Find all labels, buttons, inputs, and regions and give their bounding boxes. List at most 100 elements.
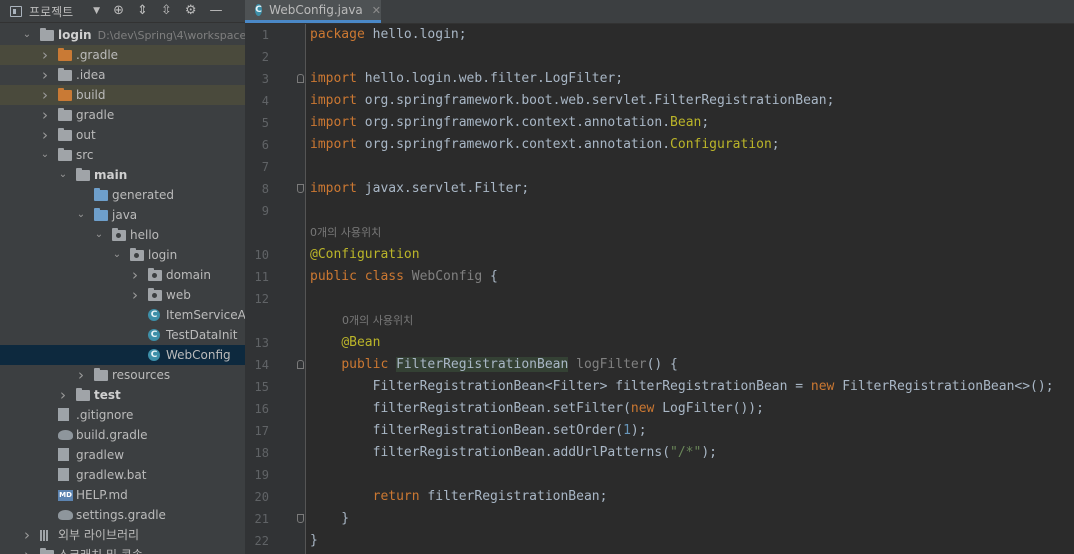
tree-item[interactable]: settings.gradle xyxy=(0,505,245,525)
chevron-right-icon[interactable]: › xyxy=(40,65,50,85)
folder-icon xyxy=(58,108,72,121)
tree-item[interactable]: › resources xyxy=(0,365,245,385)
tree-item-label: HELP.md xyxy=(76,488,128,502)
line-number-gutter: 1 2 3 4 5 6 7 8 9 10 11 12 13 14 15 16 17 18 19 20 21 22 xyxy=(245,24,305,554)
tree-item[interactable]: › build xyxy=(0,85,245,105)
class-icon: C xyxy=(148,349,160,361)
chevron-right-icon[interactable]: › xyxy=(58,385,68,405)
line-number: 14 xyxy=(254,358,269,372)
tree-item-label: .gradle xyxy=(76,48,119,62)
tree-item-label: 외부 라이브러리 xyxy=(58,528,140,542)
code-editor[interactable]: package hello.login; import hello.login.w… xyxy=(297,24,1074,554)
project-toolbar: 프로젝트 ▼ ⊕ ⇕ ⇳ ⚙ — xyxy=(0,0,245,23)
code-line: @Bean xyxy=(341,335,381,350)
tree-item[interactable]: › 스크래치 및 콘솔 xyxy=(0,545,245,554)
tab-webconfig[interactable]: C WebConfig.java ✕ xyxy=(245,0,381,23)
project-path: D:\dev\Spring\4\workspace\ xyxy=(97,29,245,42)
line-number: 6 xyxy=(261,138,269,152)
folder-icon xyxy=(58,128,72,141)
tree-item[interactable]: gradlew.bat xyxy=(0,465,245,485)
tree-item[interactable]: › out xyxy=(0,125,245,145)
project-tree: ⌄ login D:\dev\Spring\4\workspace\ › .gradle… xyxy=(0,25,245,554)
tree-item-label: gradlew xyxy=(76,448,125,462)
chevron-down-icon[interactable]: ⌄ xyxy=(112,245,122,265)
usage-hint[interactable]: 0개의 사용위치 xyxy=(342,310,413,332)
tree-item[interactable]: C WebConfig xyxy=(0,345,245,365)
line-number: 7 xyxy=(261,160,269,174)
tree-item-label: WebConfig xyxy=(166,348,231,362)
tree-item[interactable]: ⌄ main xyxy=(0,165,245,185)
chevron-down-icon[interactable]: ⌄ xyxy=(22,25,32,45)
chevron-right-icon[interactable]: › xyxy=(22,525,32,545)
hide-panel-icon[interactable]: — xyxy=(209,0,222,22)
chevron-right-icon[interactable]: › xyxy=(40,45,50,65)
fold-marker-icon[interactable] xyxy=(297,184,304,193)
chevron-right-icon[interactable]: › xyxy=(130,265,140,285)
chevron-right-icon[interactable]: › xyxy=(40,105,50,125)
tree-item[interactable]: › .idea xyxy=(0,65,245,85)
fold-marker-icon[interactable] xyxy=(297,74,304,83)
tree-item[interactable]: › .gradle xyxy=(0,45,245,65)
tree-item[interactable]: ⌄ src xyxy=(0,145,245,165)
tree-item-label: settings.gradle xyxy=(76,508,166,522)
library-icon xyxy=(40,530,53,541)
tree-item-label: domain xyxy=(166,268,211,282)
line-number: 20 xyxy=(254,490,269,504)
fold-marker-icon[interactable] xyxy=(297,360,304,369)
tree-item[interactable]: gradlew xyxy=(0,445,245,465)
gear-icon[interactable]: ⚙ xyxy=(185,0,197,22)
collapse-all-icon[interactable]: ⇳ xyxy=(161,0,172,22)
chevron-down-icon[interactable]: ⌄ xyxy=(40,145,50,165)
tree-item[interactable]: ⌄ hello xyxy=(0,225,245,245)
code-line: package hello.login; xyxy=(310,27,467,42)
chevron-down-icon[interactable]: ⌄ xyxy=(58,165,68,185)
module-icon xyxy=(40,28,54,41)
tree-item[interactable]: › web xyxy=(0,285,245,305)
tree-item[interactable]: ⌄ login xyxy=(0,245,245,265)
line-number: 5 xyxy=(261,116,269,130)
tree-item[interactable]: › 외부 라이브러리 xyxy=(0,525,245,545)
chevron-right-icon[interactable]: › xyxy=(40,125,50,145)
chevron-down-icon[interactable]: ▼ xyxy=(93,6,100,16)
folder-icon xyxy=(76,168,90,181)
line-number: 15 xyxy=(254,380,269,394)
tree-item[interactable]: generated xyxy=(0,185,245,205)
line-number: 13 xyxy=(254,336,269,350)
line-number: 22 xyxy=(254,534,269,548)
tree-item-label: test xyxy=(94,388,121,402)
expand-all-icon[interactable]: ⇕ xyxy=(137,0,148,22)
chevron-down-icon[interactable]: ⌄ xyxy=(76,205,86,225)
tree-item[interactable]: › domain xyxy=(0,265,245,285)
code-line: import org.springframework.boot.web.serv… xyxy=(310,93,835,108)
tree-item[interactable]: MD HELP.md xyxy=(0,485,245,505)
line-number: 10 xyxy=(254,248,269,262)
code-line: } xyxy=(310,511,350,526)
tree-item[interactable]: C ItemServiceApplic xyxy=(0,305,245,325)
package-icon xyxy=(148,288,162,301)
chevron-right-icon[interactable]: › xyxy=(22,545,32,554)
folder-icon xyxy=(58,68,72,81)
java-class-icon: C xyxy=(255,4,263,16)
tree-item-label: gradle xyxy=(76,108,115,122)
tree-item-label: out xyxy=(76,128,96,142)
tree-item[interactable]: build.gradle xyxy=(0,425,245,445)
tab-label: WebConfig.java xyxy=(269,3,363,17)
tree-item[interactable]: ⌄ java xyxy=(0,205,245,225)
tree-item[interactable]: C TestDataInit xyxy=(0,325,245,345)
fold-marker-icon[interactable] xyxy=(297,514,304,523)
code-line: import javax.servlet.Filter; xyxy=(310,181,530,196)
tree-item[interactable]: › gradle xyxy=(0,105,245,125)
usage-hint[interactable]: 0개의 사용위치 xyxy=(310,222,381,244)
tree-item[interactable]: ⌄ login D:\dev\Spring\4\workspace\ xyxy=(0,25,245,45)
chevron-right-icon[interactable]: › xyxy=(76,365,86,385)
chevron-down-icon[interactable]: ⌄ xyxy=(94,225,104,245)
gradle-icon xyxy=(58,510,73,520)
code-line: import org.springframework.context.annot… xyxy=(310,115,710,130)
tree-item[interactable]: › test xyxy=(0,385,245,405)
chevron-right-icon[interactable]: › xyxy=(130,285,140,305)
tree-item[interactable]: .gitignore xyxy=(0,405,245,425)
chevron-right-icon[interactable]: › xyxy=(40,85,50,105)
close-icon[interactable]: ✕ xyxy=(372,4,381,17)
project-panel-title[interactable]: 프로젝트 xyxy=(29,3,73,20)
locate-file-icon[interactable]: ⊕ xyxy=(113,0,124,22)
